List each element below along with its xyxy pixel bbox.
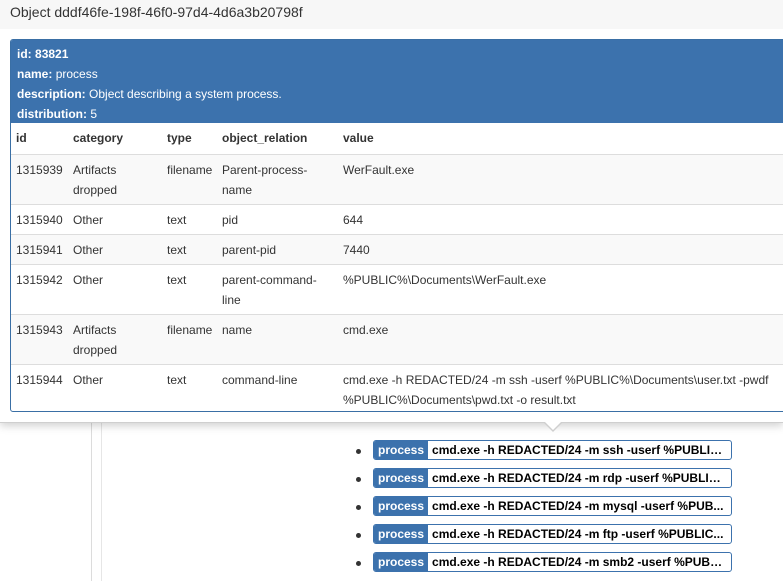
popover-title: Object dddf46fe-198f-46f0-97d4-4d6a3b207… — [10, 4, 303, 20]
cell-type: filename — [162, 154, 217, 205]
cell-type: text — [162, 204, 217, 235]
popover-arrow — [543, 421, 563, 432]
cell-id: 1315939 — [11, 154, 68, 205]
bullet-icon — [356, 505, 361, 510]
tag-name: process — [374, 553, 429, 571]
cell-category: Artifacts dropped — [68, 154, 162, 205]
description-value: Object describing a system process. — [89, 87, 282, 101]
tag-name: process — [374, 497, 429, 515]
col-header-category: category — [73, 131, 124, 145]
cell-category: Other — [68, 364, 162, 411]
bullet-icon — [356, 477, 361, 482]
col-header-id: id — [16, 131, 27, 145]
cell-type: filename — [162, 314, 217, 365]
process-tag[interactable]: process cmd.exe -h REDACTED/24 -m ssh -us… — [373, 440, 732, 460]
object-popover: Object dddf46fe-198f-46f0-97d4-4d6a3b207… — [0, 0, 783, 423]
cell-relation: command-line — [217, 364, 338, 411]
cell-category: Artifacts dropped — [68, 314, 162, 365]
cell-category: Other — [68, 234, 162, 265]
table-row: 1315941 Other text parent-pid 7440 — [11, 234, 783, 265]
table-row: 1315943 Artifacts dropped filename name … — [11, 314, 783, 365]
cell-category: Other — [68, 204, 162, 235]
cell-value: WerFault.exe — [338, 154, 783, 205]
divider — [101, 420, 102, 581]
cell-category: Other — [68, 264, 162, 315]
process-tag[interactable]: process cmd.exe -h REDACTED/24 -m mysql -… — [373, 496, 732, 516]
table-row: 1315939 Artifacts dropped filename Paren… — [11, 154, 783, 205]
table-row: 1315944 Other text command-line cmd.exe … — [11, 364, 783, 411]
tag-name: process — [374, 469, 429, 487]
object-card: id: 83821 name: process description: Obj… — [10, 39, 783, 412]
cell-type: text — [162, 364, 217, 411]
col-header-type: type — [167, 131, 192, 145]
tag-value: cmd.exe -h REDACTED/24 -m ftp -userf %PU… — [432, 527, 724, 541]
cell-value: 644 — [338, 204, 783, 235]
cell-id: 1315944 — [11, 364, 68, 411]
process-tag[interactable]: process cmd.exe -h REDACTED/24 -m rdp -us… — [373, 468, 732, 488]
tag-value: cmd.exe -h REDACTED/24 -m smb2 -userf %P… — [432, 555, 728, 569]
cell-value: 7440 — [338, 234, 783, 265]
table-row: 1315942 Other text parent-command-line %… — [11, 264, 783, 315]
cell-relation: name — [217, 314, 338, 365]
table-row: 1315940 Other text pid 644 — [11, 204, 783, 235]
name-value: process — [55, 67, 98, 81]
cell-value: %PUBLIC%\Documents\WerFault.exe — [338, 264, 783, 315]
cell-type: text — [162, 234, 217, 265]
distribution-label: distribution: — [17, 107, 87, 121]
cell-relation: Parent-process-name — [217, 154, 338, 205]
object-header: id: 83821 name: process description: Obj… — [11, 40, 783, 123]
cell-relation: pid — [217, 204, 338, 235]
bullet-icon — [356, 561, 361, 566]
cell-id: 1315940 — [11, 204, 68, 235]
tag-name: process — [374, 525, 429, 543]
id-value: 83821 — [35, 47, 69, 61]
attributes-table: id category type object_relation value 1… — [11, 123, 783, 411]
col-header-object-relation: object_relation — [222, 131, 308, 145]
cell-relation: parent-command-line — [217, 264, 338, 315]
name-label: name: — [17, 67, 53, 81]
process-tag[interactable]: process cmd.exe -h REDACTED/24 -m smb2 -u… — [373, 552, 732, 572]
cell-value: cmd.exe — [338, 314, 783, 365]
tag-value: cmd.exe -h REDACTED/24 -m ssh -userf %PU… — [432, 443, 729, 457]
col-header-value: value — [343, 131, 374, 145]
description-label: description: — [17, 87, 86, 101]
cell-id: 1315943 — [11, 314, 68, 365]
cell-id: 1315941 — [11, 234, 68, 265]
process-tag[interactable]: process cmd.exe -h REDACTED/24 -m ftp -us… — [373, 524, 732, 544]
cell-relation: parent-pid — [217, 234, 338, 265]
table-header-row: id category type object_relation value — [11, 123, 783, 155]
bullet-icon — [356, 533, 361, 538]
id-label: id: — [17, 47, 32, 61]
popover-body: id: 83821 name: process description: Obj… — [0, 29, 783, 422]
bullet-icon — [356, 449, 361, 454]
cell-id: 1315942 — [11, 264, 68, 315]
divider — [91, 420, 92, 581]
tag-value: cmd.exe -h REDACTED/24 -m rdp -userf %PU… — [432, 471, 728, 485]
distribution-value: 5 — [90, 107, 98, 121]
tag-name: process — [374, 441, 429, 459]
cell-value: cmd.exe -h REDACTED/24 -m ssh -userf %PU… — [338, 364, 783, 411]
cell-type: text — [162, 264, 217, 315]
tag-value: cmd.exe -h REDACTED/24 -m mysql -userf %… — [432, 499, 724, 513]
